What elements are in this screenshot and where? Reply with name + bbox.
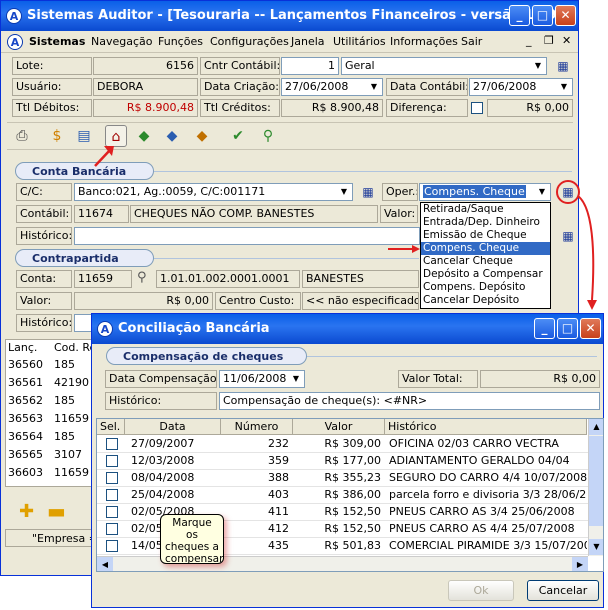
row-checkbox[interactable] xyxy=(106,540,118,552)
valor-total-label: Valor Total: xyxy=(398,370,478,388)
vertical-scrollbar[interactable]: ▲ ▼ xyxy=(588,419,603,556)
conciliacao-dialog: A Conciliação Bancária _ □ ✕ Compensação… xyxy=(91,313,604,608)
cell-data: 08/04/2008 xyxy=(131,471,195,484)
dialog-titlebar[interactable]: A Conciliação Bancária _ □ ✕ xyxy=(92,314,603,344)
col-data[interactable]: Data xyxy=(125,419,221,435)
row-checkbox[interactable] xyxy=(106,438,118,450)
arrow-to-bank-icon xyxy=(94,149,111,167)
cell-historico: PNEUS CARRO AS 4/4 25/07/2008 xyxy=(389,522,575,535)
col-numero[interactable]: Número xyxy=(221,419,293,435)
row-checkbox[interactable] xyxy=(106,472,118,484)
row-checkbox[interactable] xyxy=(106,506,118,518)
cell-data: 25/04/2008 xyxy=(131,488,195,501)
auditor-app-icon: A xyxy=(97,321,113,337)
dialog-historico-field[interactable]: Compensação de cheque(s): <#NR> xyxy=(219,392,600,410)
tooltip: Marque os cheques a compensar xyxy=(160,514,224,565)
data-compensacao-label: Data Compensação: xyxy=(105,370,217,388)
cell-historico: OFICINA 02/03 CARRO VECTRA xyxy=(389,437,559,450)
col-sel[interactable]: Sel. xyxy=(97,419,125,435)
dialog-historico-label: Histórico: xyxy=(105,392,217,410)
arrow-head xyxy=(412,245,420,253)
row-checkbox[interactable] xyxy=(106,523,118,535)
table-row[interactable]: 25/04/2008 403 R$ 386,00 parcela forro e di… xyxy=(97,487,588,504)
arrow-head xyxy=(587,300,597,310)
cell-valor: R$ 309,00 xyxy=(324,437,381,450)
maximize-icon[interactable]: □ xyxy=(557,318,578,339)
section-divider xyxy=(307,356,597,357)
cell-valor: R$ 152,50 xyxy=(324,522,381,535)
col-historico[interactable]: Histórico xyxy=(385,419,587,435)
table-row[interactable]: 12/03/2008 359 R$ 177,00 ADIANTAMENTO GERAL… xyxy=(97,453,588,470)
cell-valor: R$ 386,00 xyxy=(324,488,381,501)
cell-numero: 412 xyxy=(268,522,289,535)
cell-historico: parcela forro e divisoria 3/3 28/06/2008 xyxy=(389,488,587,501)
cell-valor: R$ 152,50 xyxy=(324,505,381,518)
cell-valor: R$ 355,23 xyxy=(324,471,381,484)
cell-valor: R$ 501,83 xyxy=(324,539,381,552)
cell-historico: COMERCIAL PIRAMIDE 3/3 15/07/2008 xyxy=(389,539,587,552)
scroll-down-icon[interactable]: ▼ xyxy=(589,539,603,555)
cell-numero: 388 xyxy=(268,471,289,484)
cell-data: 27/09/2007 xyxy=(131,437,195,450)
scroll-left-icon[interactable]: ◀ xyxy=(97,557,113,571)
row-checkbox[interactable] xyxy=(106,455,118,467)
cancel-button[interactable]: Cancelar xyxy=(527,580,599,601)
cell-numero: 411 xyxy=(268,505,289,518)
data-compensacao-value: 11/06/2008 xyxy=(223,372,287,385)
col-valor[interactable]: Valor xyxy=(293,419,385,435)
cell-numero: 232 xyxy=(268,437,289,450)
ok-button[interactable]: Ok xyxy=(448,580,514,601)
cell-historico: ADIANTAMENTO GERALDO 04/04 xyxy=(389,454,570,467)
valor-total-field: R$ 0,00 xyxy=(480,370,600,388)
cell-historico: SEGURO DO CARRO 4/4 10/07/2008 xyxy=(389,471,587,484)
table-row[interactable]: 27/09/2007 232 R$ 309,00 OFICINA 02/03 CARR… xyxy=(97,436,588,453)
compensacao-section: Compensação de cheques xyxy=(106,347,307,365)
cell-numero: 403 xyxy=(268,488,289,501)
chevron-down-icon[interactable]: ▼ xyxy=(289,372,303,386)
minimize-icon[interactable]: _ xyxy=(534,318,555,339)
scroll-up-icon[interactable]: ▲ xyxy=(589,419,603,435)
row-checkbox[interactable] xyxy=(106,489,118,501)
scroll-thumb[interactable] xyxy=(589,436,603,526)
dialog-title: Conciliação Bancária xyxy=(118,321,270,336)
cell-numero: 435 xyxy=(268,539,289,552)
arrow-to-dialog xyxy=(577,195,595,301)
cell-data: 12/03/2008 xyxy=(131,454,195,467)
close-icon[interactable]: ✕ xyxy=(580,318,601,339)
cell-historico: PNEUS CARRO AS 3/4 25/06/2008 xyxy=(389,505,575,518)
cell-numero: 359 xyxy=(268,454,289,467)
scroll-right-icon[interactable]: ▶ xyxy=(572,557,588,571)
data-compensacao-field[interactable]: 11/06/2008 ▼ xyxy=(219,370,305,388)
cell-valor: R$ 177,00 xyxy=(324,454,381,467)
table-row[interactable]: 08/04/2008 388 R$ 355,23 SEGURO DO CARRO 4/… xyxy=(97,470,588,487)
